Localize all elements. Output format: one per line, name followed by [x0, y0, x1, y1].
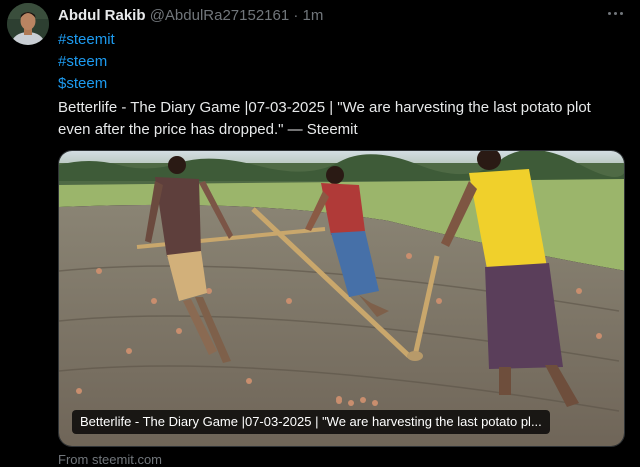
card-image[interactable] — [59, 151, 625, 447]
author-name[interactable]: Abdul Rakib — [58, 7, 146, 24]
link-card[interactable]: Betterlife - The Diary Game |07-03-2025 … — [58, 150, 625, 447]
more-dots-icon[interactable] — [604, 2, 626, 24]
card-source[interactable]: From steemit.com — [58, 452, 162, 467]
timestamp[interactable]: 1m — [303, 7, 324, 24]
separator-dot: · — [293, 7, 299, 24]
hashtag-steem[interactable]: #steem — [58, 51, 618, 73]
card-caption[interactable]: Betterlife - The Diary Game |07-03-2025 … — [72, 410, 550, 434]
hashtag-steemit[interactable]: #steemit — [58, 29, 618, 51]
tweet-header: Abdul Rakib @AbdulRa27152161 · 1m — [58, 6, 323, 25]
tweet-text: #steemit #steem $steem Betterlife - The … — [58, 29, 618, 141]
cashtag-steem[interactable]: $steem — [58, 73, 618, 95]
tweet-body: Betterlife - The Diary Game |07-03-2025 … — [58, 99, 591, 138]
avatar[interactable] — [7, 3, 49, 45]
author-handle[interactable]: @AbdulRa27152161 — [150, 7, 290, 24]
